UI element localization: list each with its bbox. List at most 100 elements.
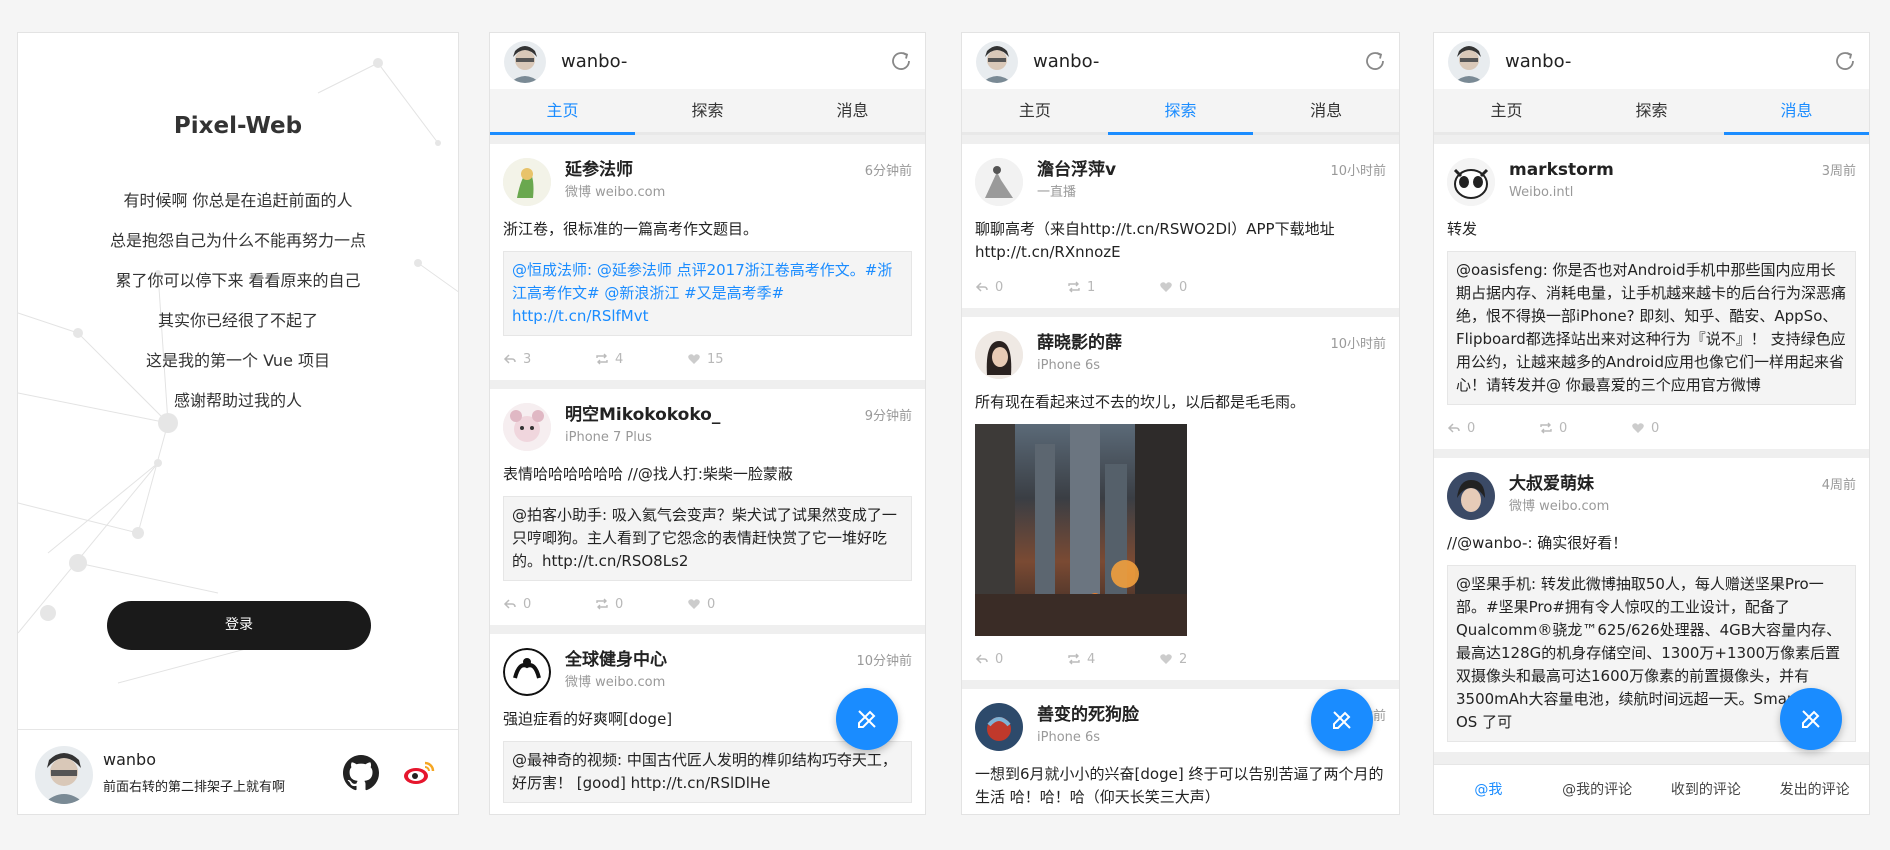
- refresh-icon[interactable]: [889, 49, 913, 73]
- avatar[interactable]: [1448, 41, 1490, 83]
- like-button[interactable]: 15: [687, 348, 779, 370]
- repost-button[interactable]: 0: [1539, 417, 1631, 439]
- tab-messages[interactable]: 消息: [1253, 89, 1399, 132]
- explore-panel: wanbo- 主页 探索 消息 澹台浮萍v 一直播 10小时前 聊聊高考（来自h…: [961, 32, 1400, 815]
- tab-home[interactable]: 主页: [490, 89, 635, 135]
- welcome-line: 总是抱怨自己为什么不能再努力一点: [109, 231, 366, 250]
- subtab-comment-mentions[interactable]: @我的评论: [1543, 765, 1652, 814]
- post-image[interactable]: [975, 424, 1187, 636]
- avatar[interactable]: [1447, 472, 1495, 520]
- avatar[interactable]: [503, 648, 551, 696]
- tab-messages[interactable]: 消息: [780, 89, 925, 132]
- network-background: [18, 58, 458, 684]
- subtab-sent-comments[interactable]: 发出的评论: [1760, 765, 1869, 814]
- post-time: 6分钟前: [864, 164, 912, 179]
- list-item[interactable]: 延参法师 微博 weibo.com 6分钟前 浙江卷，很标准的一篇高考作文题目。…: [490, 144, 925, 380]
- compose-button[interactable]: [1311, 689, 1373, 751]
- repost-button[interactable]: 4: [595, 348, 687, 370]
- post-author[interactable]: 延参法师: [565, 158, 912, 182]
- reply-button[interactable]: 0: [1447, 417, 1539, 439]
- repost-content[interactable]: @最神奇的视频: 中国古代匠人发明的榫卯结构巧夺天工，好厉害！ [good] h…: [503, 741, 912, 803]
- reply-icon: [975, 654, 988, 664]
- refresh-icon[interactable]: [1833, 49, 1857, 73]
- compose-icon: [1333, 711, 1351, 729]
- repost-content[interactable]: @拍客小助手: 吸入氦气会变声？柴犬试了试果然变成了一只哼唧狗。主人看到了它怨念…: [503, 496, 912, 581]
- like-button[interactable]: 0: [1159, 276, 1251, 298]
- list-item[interactable]: 明空Mikokokoko_ iPhone 7 Plus 9分钟前 表情哈哈哈哈哈…: [490, 389, 925, 625]
- compose-icon: [858, 710, 876, 728]
- welcome-line: 有时候啊 你总是在追赶前面的人: [123, 191, 353, 210]
- heart-icon: [688, 354, 700, 364]
- post-author[interactable]: 明空Mikokokoko_: [565, 403, 912, 427]
- post-time: 10分钟前: [856, 654, 912, 669]
- repost-button[interactable]: 0: [595, 593, 687, 615]
- avatar[interactable]: [503, 403, 551, 451]
- avatar[interactable]: [975, 331, 1023, 379]
- like-count: 0: [1179, 279, 1188, 295]
- post-source: 微博 weibo.com: [1509, 499, 1610, 514]
- repost-button[interactable]: 1: [1067, 276, 1159, 298]
- heart-icon: [1160, 654, 1172, 664]
- footer-username: wanbo: [103, 750, 156, 769]
- reply-icon: [975, 282, 988, 292]
- repost-button[interactable]: 4: [1067, 648, 1159, 670]
- avatar[interactable]: [1447, 158, 1495, 206]
- subtab-mentions[interactable]: @我: [1434, 765, 1543, 814]
- welcome-panel: Pixel-Web 有时候啊 你总是在追赶前面的人 总是抱怨自己为什么不能再努力…: [17, 32, 459, 815]
- avatar[interactable]: [976, 41, 1018, 83]
- avatar[interactable]: [503, 158, 551, 206]
- tab-home[interactable]: 主页: [1434, 89, 1579, 132]
- tab-messages[interactable]: 消息: [1724, 89, 1869, 135]
- avatar[interactable]: [975, 703, 1023, 751]
- compose-button[interactable]: [836, 688, 898, 750]
- reply-icon: [503, 599, 516, 609]
- list-item[interactable]: 薛晓影的薛 iPhone 6s 10小时前 所有现在看起来过不去的坎儿，以后都是…: [962, 317, 1399, 680]
- messages-panel: wanbo- 主页 探索 消息 markstorm Weibo.intl 3周前…: [1433, 32, 1870, 815]
- tab-explore[interactable]: 探索: [1107, 89, 1254, 135]
- reply-button[interactable]: 3: [503, 348, 595, 370]
- reply-count: 0: [995, 651, 1004, 667]
- reply-count: 0: [1467, 420, 1476, 436]
- subtab-received-comments[interactable]: 收到的评论: [1652, 765, 1761, 814]
- header-username: wanbo-: [1505, 51, 1572, 72]
- avatar[interactable]: [35, 746, 93, 804]
- list-item[interactable]: 澹台浮萍v 一直播 10小时前 聊聊高考（来自http://t.cn/RSWO2…: [962, 144, 1399, 308]
- like-button[interactable]: 0: [687, 593, 779, 615]
- reply-button[interactable]: 0: [975, 276, 1067, 298]
- github-icon[interactable]: [343, 755, 379, 791]
- main-tabs: 主页 探索 消息: [490, 89, 925, 135]
- main-tabs: 主页 探索 消息: [962, 89, 1399, 135]
- repost-icon: [1068, 281, 1080, 293]
- messages-feed: markstorm Weibo.intl 3周前 转发 @oasisfeng: …: [1434, 135, 1869, 764]
- reply-button[interactable]: 0: [503, 593, 595, 615]
- repost-text: @恒成法师: @延参法师 点评2017浙江卷高考作文。#浙江高考作文# @新浪浙…: [512, 261, 893, 325]
- weibo-icon[interactable]: [403, 757, 435, 789]
- like-button[interactable]: 0: [1631, 417, 1723, 439]
- repost-content[interactable]: @oasisfeng: 你是否也对Android手机中那些国内应用长期占据内存、…: [1447, 251, 1856, 405]
- like-button[interactable]: 2: [1159, 648, 1251, 670]
- tab-explore[interactable]: 探索: [635, 89, 780, 132]
- repost-content[interactable]: @恒成法师: @延参法师 点评2017浙江卷高考作文。#浙江高考作文# @新浪浙…: [503, 251, 912, 336]
- tab-explore[interactable]: 探索: [1579, 89, 1724, 132]
- list-item[interactable]: markstorm Weibo.intl 3周前 转发 @oasisfeng: …: [1434, 144, 1869, 449]
- post-time: 4周前: [1821, 478, 1856, 493]
- post-actions: 0 0 0: [503, 593, 912, 615]
- login-button[interactable]: 登录: [107, 601, 371, 650]
- tab-home[interactable]: 主页: [962, 89, 1108, 132]
- header-username: wanbo-: [561, 51, 628, 72]
- avatar[interactable]: [504, 41, 546, 83]
- reply-button[interactable]: 0: [975, 648, 1067, 670]
- post-author[interactable]: markstorm: [1509, 158, 1856, 182]
- avatar[interactable]: [975, 158, 1023, 206]
- welcome-line: 其实你已经很了不起了: [157, 311, 318, 330]
- header-username: wanbo-: [1033, 51, 1100, 72]
- main-tabs: 主页 探索 消息: [1434, 89, 1869, 135]
- post-source: 微博 weibo.com: [565, 185, 666, 200]
- heart-icon: [1632, 423, 1644, 433]
- repost-count: 0: [615, 596, 624, 612]
- compose-button[interactable]: [1780, 688, 1842, 750]
- reply-count: 0: [523, 596, 532, 612]
- refresh-icon[interactable]: [1363, 49, 1387, 73]
- post-author[interactable]: 大叔爱萌妹: [1509, 472, 1856, 496]
- post-text: 一想到6月就小小的兴奋[doge] 终于可以告别苦逼了两个月的生活 哈！哈！哈（…: [975, 765, 1384, 806]
